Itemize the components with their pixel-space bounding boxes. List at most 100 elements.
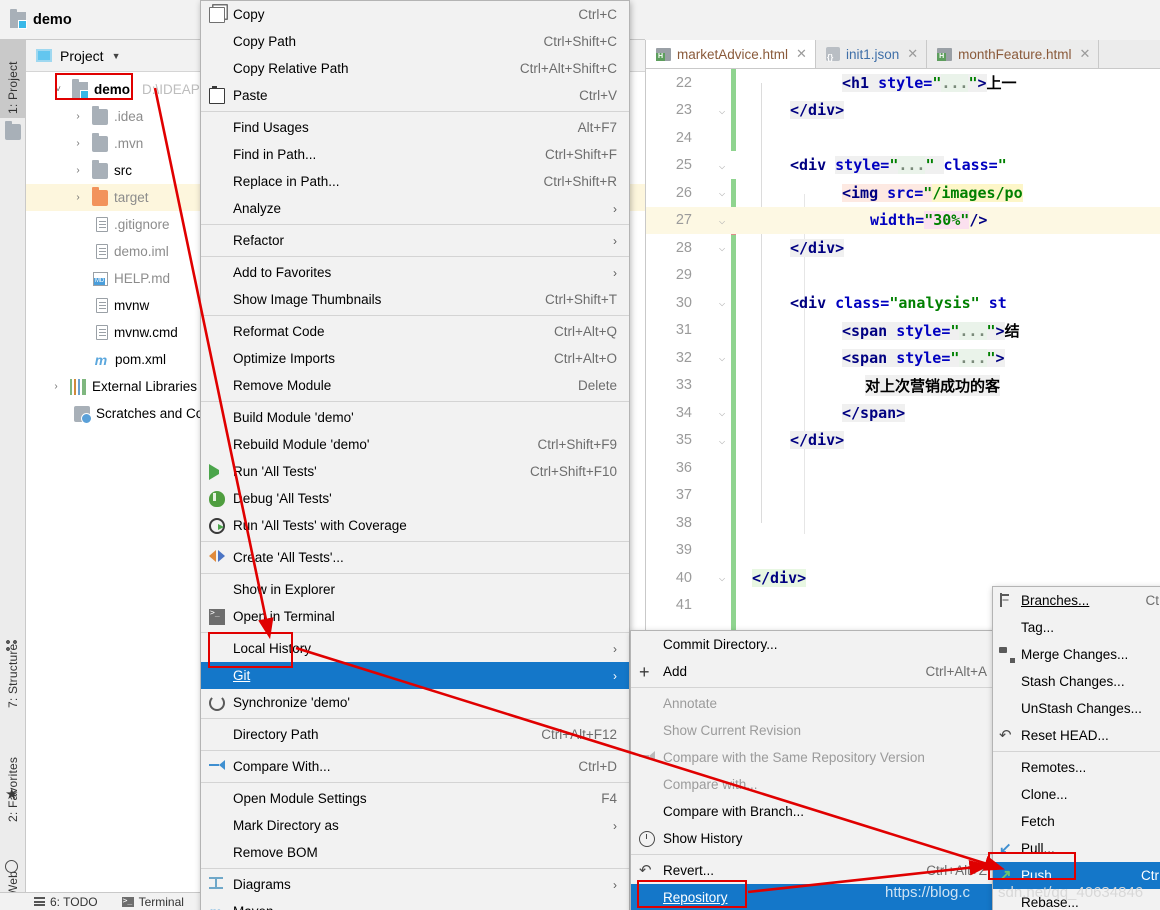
menu-item-git[interactable]: Git › bbox=[201, 662, 629, 689]
menu-item-shortcut: Ctrl+C bbox=[578, 7, 617, 22]
menu-item-add-to-favorites[interactable]: Add to Favorites › bbox=[201, 259, 629, 286]
menu-item-shortcut: Ctrl+Shift+F9 bbox=[537, 437, 617, 452]
menu-item-find-usages[interactable]: Find Usages Alt+F7 bbox=[201, 114, 629, 141]
line-number: 34 bbox=[675, 404, 692, 421]
menu-item-rebase[interactable]: Rebase... bbox=[993, 889, 1160, 910]
pull-icon: ↙ bbox=[999, 839, 1012, 857]
menu-item-branches[interactable]: Branches... Ct bbox=[993, 587, 1160, 614]
menu-item-open-module-settings[interactable]: Open Module Settings F4 bbox=[201, 785, 629, 812]
menu-item-shortcut: Ctrl+Alt+Q bbox=[553, 324, 617, 339]
menu-item-merge-changes[interactable]: Merge Changes... bbox=[993, 641, 1160, 668]
menu-item-copy[interactable]: Copy Ctrl+C bbox=[201, 1, 629, 28]
menu-item-reset-head[interactable]: ↶ Reset HEAD... bbox=[993, 722, 1160, 749]
expand-arrow-icon[interactable]: › bbox=[48, 381, 64, 392]
status-item-label: 6: TODO bbox=[50, 894, 98, 909]
menu-item-copy-path[interactable]: Copy Path Ctrl+Shift+C bbox=[201, 28, 629, 55]
menu-item-open-in-terminal[interactable]: Open in Terminal bbox=[201, 603, 629, 630]
menu-item-unstash-changes[interactable]: UnStash Changes... bbox=[993, 695, 1160, 722]
editor-tab-bar: marketAdvice.html ✕ init1.json ✕ monthFe… bbox=[646, 40, 1160, 69]
folder-icon bbox=[92, 159, 108, 179]
menu-item-push[interactable]: ↗ Push... Ctr bbox=[993, 862, 1160, 889]
menu-item-run-with-coverage[interactable]: Run 'All Tests' with Coverage bbox=[201, 512, 629, 539]
fold-marker[interactable]: ⌵ bbox=[704, 296, 740, 309]
menu-item-show-in-explorer[interactable]: Show in Explorer bbox=[201, 576, 629, 603]
menu-item-directory-path[interactable]: Directory Path Ctrl+Alt+F12 bbox=[201, 721, 629, 748]
close-icon[interactable]: ✕ bbox=[1079, 46, 1090, 62]
menu-item-refactor[interactable]: Refactor › bbox=[201, 227, 629, 254]
status-item-terminal[interactable]: Terminal bbox=[121, 895, 184, 909]
editor-tab-init1[interactable]: init1.json ✕ bbox=[815, 40, 928, 68]
menu-item-reformat-code[interactable]: Reformat Code Ctrl+Alt+Q bbox=[201, 318, 629, 345]
menu-item-copy-relative-path[interactable]: Copy Relative Path Ctrl+Alt+Shift+C bbox=[201, 55, 629, 82]
menu-item-paste[interactable]: Paste Ctrl+V bbox=[201, 82, 629, 109]
git-submenu[interactable]: Commit Directory... + Add Ctrl+Alt+A Ann… bbox=[630, 630, 1000, 910]
close-icon[interactable]: ✕ bbox=[907, 46, 918, 62]
menu-item-commit-directory[interactable]: Commit Directory... bbox=[631, 631, 999, 658]
line-number: 39 bbox=[675, 542, 692, 559]
terminal-icon bbox=[121, 896, 134, 907]
menu-item-synchronize[interactable]: Synchronize 'demo' bbox=[201, 689, 629, 716]
close-icon[interactable]: ✕ bbox=[796, 46, 807, 62]
menu-item-repository[interactable]: Repository bbox=[631, 884, 999, 910]
expand-arrow-icon[interactable]: › bbox=[70, 111, 86, 122]
fold-marker[interactable]: ⌵ bbox=[704, 186, 740, 199]
menu-item-create-all-tests[interactable]: Create 'All Tests'... bbox=[201, 544, 629, 571]
menu-item-analyze[interactable]: Analyze › bbox=[201, 195, 629, 222]
menu-item-mark-directory-as[interactable]: Mark Directory as › bbox=[201, 812, 629, 839]
menu-item-maven[interactable]: m Maven › bbox=[201, 898, 629, 910]
fold-marker[interactable]: ⌵ bbox=[704, 571, 740, 584]
fold-marker[interactable]: ⌵ bbox=[704, 159, 740, 172]
sidebar-tab-project[interactable]: 1: Project bbox=[0, 40, 26, 118]
menu-item-optimize-imports[interactable]: Optimize Imports Ctrl+Alt+O bbox=[201, 345, 629, 372]
code-text: <div class="analysis" st bbox=[790, 293, 1007, 312]
menu-item-diagrams[interactable]: Diagrams › bbox=[201, 871, 629, 898]
menu-item-pull[interactable]: ↙ Pull... bbox=[993, 835, 1160, 862]
menu-item-revert[interactable]: ↶ Revert... Ctrl+Alt+Z bbox=[631, 857, 999, 884]
menu-item-show-image-thumbnails[interactable]: Show Image Thumbnails Ctrl+Shift+T bbox=[201, 286, 629, 313]
menu-item-build-module[interactable]: Build Module 'demo' bbox=[201, 404, 629, 431]
menu-item-stash-changes[interactable]: Stash Changes... bbox=[993, 668, 1160, 695]
menu-item-remotes[interactable]: Remotes... bbox=[993, 754, 1160, 781]
menu-item-add[interactable]: + Add Ctrl+Alt+A bbox=[631, 658, 999, 685]
menu-item-fetch[interactable]: Fetch bbox=[993, 808, 1160, 835]
fold-marker[interactable]: ⌵ bbox=[704, 406, 740, 419]
fold-marker[interactable]: ⌵ bbox=[704, 214, 740, 227]
repository-submenu[interactable]: Branches... Ct Tag... Merge Changes... S… bbox=[992, 586, 1160, 910]
diagrams-icon bbox=[209, 876, 225, 893]
menu-item-find-in-path[interactable]: Find in Path... Ctrl+Shift+F bbox=[201, 141, 629, 168]
code-line-28: 28 ⌵ </div> bbox=[646, 234, 1160, 262]
menu-item-replace-in-path[interactable]: Replace in Path... Ctrl+Shift+R bbox=[201, 168, 629, 195]
menu-item-run-all-tests[interactable]: Run 'All Tests' Ctrl+Shift+F10 bbox=[201, 458, 629, 485]
menu-item-clone[interactable]: Clone... bbox=[993, 781, 1160, 808]
menu-item-show-history[interactable]: Show History bbox=[631, 825, 999, 852]
run-icon bbox=[209, 463, 225, 480]
expand-arrow-icon[interactable]: › bbox=[70, 192, 86, 203]
expand-arrow-icon[interactable]: › bbox=[70, 138, 86, 149]
menu-item-compare-with-branch[interactable]: Compare with Branch... bbox=[631, 798, 999, 825]
menu-item-label: Show Image Thumbnails bbox=[233, 292, 382, 307]
expand-arrow-icon[interactable]: › bbox=[70, 165, 86, 176]
menu-item-remove-module[interactable]: Remove Module Delete bbox=[201, 372, 629, 399]
code-text: </span> bbox=[842, 403, 906, 422]
editor-tab-monthfeature[interactable]: monthFeature.html ✕ bbox=[927, 40, 1100, 68]
fold-marker[interactable]: ⌵ bbox=[704, 434, 740, 447]
menu-item-rebuild-module[interactable]: Rebuild Module 'demo' Ctrl+Shift+F9 bbox=[201, 431, 629, 458]
chevron-down-icon[interactable]: ▼ bbox=[112, 51, 121, 61]
menu-item-debug-all-tests[interactable]: Debug 'All Tests' bbox=[201, 485, 629, 512]
menu-item-remove-bom[interactable]: Remove BOM bbox=[201, 839, 629, 866]
menu-item-shortcut: Ctrl+Alt+F12 bbox=[541, 727, 617, 742]
fold-marker[interactable]: ⌵ bbox=[704, 104, 740, 117]
sidebar-tab-structure[interactable]: 7: Structure bbox=[0, 620, 26, 712]
tree-label: .mvn bbox=[114, 136, 144, 151]
fold-marker[interactable]: ⌵ bbox=[704, 351, 740, 364]
sidebar-tab-favorites[interactable]: 2: Favorites bbox=[0, 730, 26, 826]
menu-item-tag[interactable]: Tag... bbox=[993, 614, 1160, 641]
status-item-todo[interactable]: 6: TODO bbox=[34, 895, 98, 909]
expand-arrow-icon[interactable]: ˅ bbox=[50, 84, 66, 95]
editor-tab-marketadvice[interactable]: marketAdvice.html ✕ bbox=[646, 40, 816, 68]
line-number: 22 bbox=[675, 74, 692, 91]
project-context-menu[interactable]: Copy Ctrl+C Copy Path Ctrl+Shift+C Copy … bbox=[200, 0, 630, 910]
fold-marker[interactable]: ⌵ bbox=[704, 241, 740, 254]
menu-item-local-history[interactable]: Local History › bbox=[201, 635, 629, 662]
menu-item-compare-with[interactable]: Compare With... Ctrl+D bbox=[201, 753, 629, 780]
